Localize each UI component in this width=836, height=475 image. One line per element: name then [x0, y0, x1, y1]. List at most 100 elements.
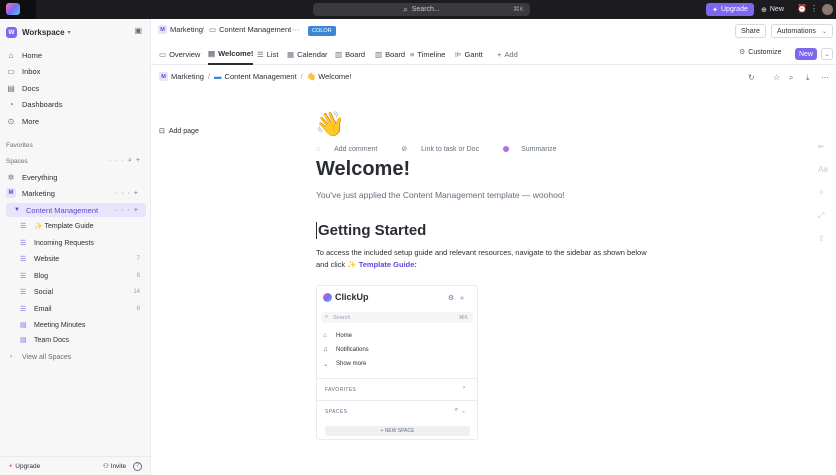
sidebar-space-marketing[interactable]: M Marketing ···+: [6, 186, 146, 200]
grid-icon[interactable]: ⋮: [810, 4, 818, 13]
sidebar-item-everything[interactable]: ✲ Everything: [6, 170, 146, 184]
more-dots-icon[interactable]: ···: [115, 190, 134, 197]
tab-welcome[interactable]: ▤ Welcome!: [208, 43, 254, 65]
tab-list[interactable]: ☰ List: [257, 43, 278, 65]
doc-paragraph[interactable]: To access the included setup guide and r…: [316, 247, 656, 271]
search-icon[interactable]: ⌕: [789, 73, 793, 83]
outline-icon[interactable]: ⇤: [818, 142, 825, 151]
ai-sparkle-icon[interactable]: ✧: [818, 188, 825, 197]
search-shortcut: ⌘K: [513, 6, 524, 13]
breadcrumb-separator: /: [207, 72, 211, 81]
customize-button[interactable]: ⚙ Customize: [739, 48, 781, 57]
timeline-icon: ≡: [410, 49, 415, 59]
more-dots-icon[interactable]: ···: [109, 157, 128, 164]
sidebar-item-docs[interactable]: ▤ Docs: [6, 81, 146, 95]
sidebar-item-dashboards[interactable]: ◔ Dashboards: [6, 97, 146, 111]
new-button[interactable]: ⊕ New: [761, 3, 784, 16]
spaces-tools[interactable]: ···⌕+: [109, 157, 144, 165]
add-comment-button[interactable]: ◌ Add comment: [316, 146, 389, 153]
search-icon: ⌕: [325, 314, 329, 320]
add-page-button[interactable]: ⊡ Add page: [159, 127, 199, 136]
search-icon[interactable]: ⌕: [128, 157, 136, 164]
folder-tools[interactable]: ···+: [115, 207, 142, 214]
color-chip[interactable]: COLOR: [308, 26, 336, 36]
divider: [317, 400, 477, 401]
invite-button[interactable]: ⚇ Invite: [103, 462, 126, 470]
dashboards-icon: ◔: [8, 99, 14, 109]
list-count: 14: [133, 289, 140, 295]
font-size-icon[interactable]: Aa: [818, 165, 828, 174]
sidebar-folder-content-management[interactable]: ▼ Content Management ···+: [6, 203, 146, 217]
sidebar-list-incoming-requests[interactable]: ☰ Incoming Requests: [20, 236, 146, 250]
asterisk-icon: ✲: [7, 172, 15, 182]
breadcrumb-space[interactable]: Marketing: [171, 72, 204, 81]
list-label: Team Docs: [34, 336, 70, 344]
tab-board-2[interactable]: ▥ Board: [375, 43, 405, 65]
fullscreen-icon[interactable]: ⤢: [818, 211, 824, 221]
plus-icon[interactable]: +: [136, 157, 144, 164]
sidebar-item-more[interactable]: ⊙ More: [6, 114, 146, 128]
tab-board-1[interactable]: ▥ Board: [335, 43, 365, 65]
template-guide-link[interactable]: ✨ Template Guide:: [347, 260, 417, 269]
new-view-button[interactable]: New: [795, 48, 817, 60]
preview-favorites: FAVORITES: [325, 387, 357, 393]
sidebar-list-blog[interactable]: ☰ Blog 8: [20, 269, 146, 283]
share-upload-icon[interactable]: ⇪: [818, 234, 825, 243]
help-icon[interactable]: ?: [133, 461, 142, 471]
sidebar-item-home[interactable]: ⌂ Home: [6, 48, 146, 62]
sidebar-footer: ✦ Upgrade ⚇ Invite ?: [0, 456, 150, 475]
gear-icon: ⚙: [739, 49, 746, 56]
favorites-heading[interactable]: Favorites: [6, 142, 33, 149]
bell-icon[interactable]: ⏰: [797, 4, 807, 13]
doc-title[interactable]: Welcome!: [316, 158, 410, 181]
plus-icon[interactable]: +: [134, 207, 142, 214]
sidebar-doc-team-docs[interactable]: ▤ Team Docs: [20, 333, 146, 347]
breadcrumb-doc[interactable]: 👋 Welcome!: [307, 72, 352, 81]
doc-heading[interactable]: Getting Started: [316, 222, 426, 239]
tab-timeline[interactable]: ≡ Timeline: [410, 43, 445, 65]
sidebar-list-template-guide[interactable]: ☰ ✨ Template Guide: [20, 219, 146, 233]
tab-overview[interactable]: ▭ Overview: [159, 43, 200, 65]
upgrade-button[interactable]: ✦ Upgrade: [706, 3, 754, 16]
list-label: ✨ Template Guide: [34, 223, 94, 230]
doc-emoji-icon[interactable]: 👋: [315, 110, 345, 140]
doc-actions: ◌ Add comment ⊘ Link to task or Doc Summ…: [316, 145, 580, 154]
more-dots-icon[interactable]: ···: [115, 207, 134, 214]
sidebar-item-inbox[interactable]: ▭ Inbox: [6, 64, 146, 78]
plus-icon[interactable]: +: [134, 190, 142, 197]
reload-icon[interactable]: ↻: [748, 73, 755, 82]
clickup-logo[interactable]: [0, 0, 36, 19]
chevron-down-icon[interactable]: ⌄: [821, 48, 833, 60]
sidebar-list-email[interactable]: ☰ Email 8: [20, 302, 146, 316]
gantt-icon: ⊫: [455, 49, 462, 59]
breadcrumb-folder[interactable]: Content Management: [225, 72, 297, 81]
add-view-button[interactable]: + Add: [497, 43, 518, 65]
sidebar-list-social[interactable]: ☰ Social 14: [20, 285, 146, 299]
more-dots-icon[interactable]: ⋯: [821, 73, 829, 82]
sidebar-list-website[interactable]: ☰ Website 7: [20, 252, 146, 266]
avatar[interactable]: [822, 4, 833, 15]
caret-down-icon[interactable]: ▼: [14, 207, 20, 213]
sidebar-doc-meeting-minutes[interactable]: ▤ Meeting Minutes: [20, 318, 146, 332]
sidebar-upgrade[interactable]: ✦ Upgrade: [8, 462, 40, 470]
tab-calendar[interactable]: ▦ Calendar: [287, 43, 328, 65]
crumb-space[interactable]: M Marketing: [158, 25, 203, 34]
global-search[interactable]: ⌕ Search... ⌘K: [313, 3, 530, 16]
doc-icon: ▤: [20, 322, 27, 329]
workspace-switcher[interactable]: W Workspace ▾ ▣: [6, 25, 146, 39]
link-task-button[interactable]: ⊘ Link to task or Doc: [401, 145, 491, 153]
tab-gantt[interactable]: ⊫ Gantt: [455, 43, 483, 65]
share-button[interactable]: Share: [735, 24, 766, 38]
summarize-button[interactable]: Summarize: [503, 146, 568, 153]
automations-button[interactable]: Automations ⌄: [771, 24, 833, 38]
crumb-folder[interactable]: ▭ Content Management: [209, 25, 291, 34]
export-icon[interactable]: ⤓: [806, 73, 810, 83]
list-label: Incoming Requests: [34, 239, 94, 247]
star-icon[interactable]: ☆: [773, 73, 780, 82]
view-all-spaces[interactable]: › View all Spaces: [6, 350, 146, 364]
overview-icon: ▭: [159, 49, 167, 59]
space-tools[interactable]: ···+: [115, 190, 142, 197]
doc-subtitle[interactable]: You've just applied the Content Manageme…: [316, 190, 565, 200]
folder-more-icon[interactable]: ···: [292, 25, 300, 34]
collapse-sidebar-icon[interactable]: ▣: [134, 26, 142, 35]
